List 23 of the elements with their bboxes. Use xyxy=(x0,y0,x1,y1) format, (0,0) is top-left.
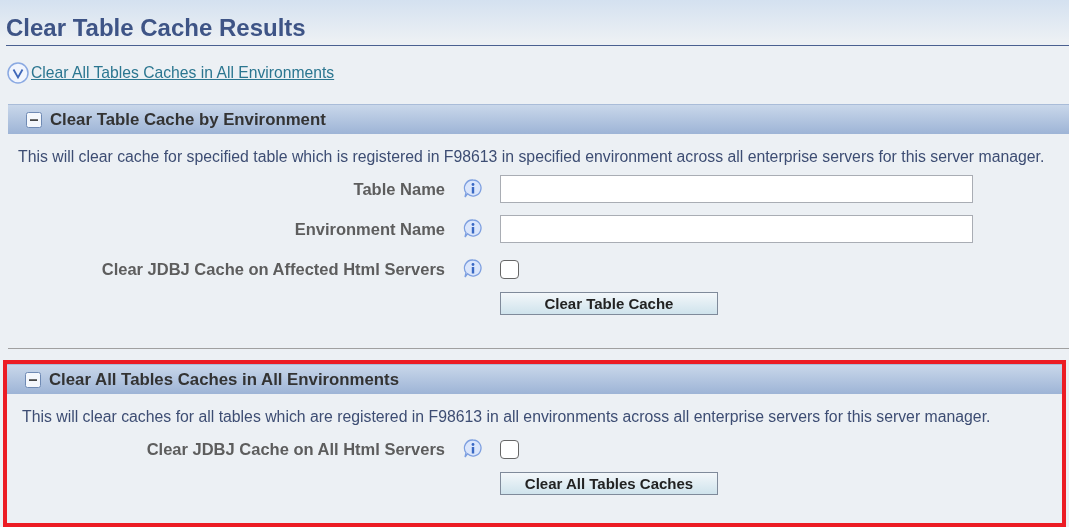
field-label: Clear JDBJ Cache on Affected Html Servers xyxy=(101,259,445,279)
field-label: Table Name xyxy=(353,179,445,199)
info-icon[interactable] xyxy=(461,178,484,200)
field-label: Clear JDBJ Cache on All Html Servers xyxy=(146,439,445,459)
checkbox[interactable] xyxy=(500,439,519,459)
info-icon[interactable] xyxy=(461,218,484,240)
checkbox[interactable] xyxy=(500,259,519,279)
info-icon[interactable] xyxy=(461,438,484,460)
action-button[interactable]: Clear Table Cache xyxy=(500,291,718,315)
text-field[interactable] xyxy=(500,175,973,203)
section-description: This will clear caches for all tables which are registered in F98613 in all environments across all enterprise servers for this server manager. xyxy=(22,408,992,426)
section-title: Clear Table Cache by Environment xyxy=(50,109,326,130)
page-title: Clear Table Cache Results xyxy=(6,14,1069,46)
chevron-down-circle-icon[interactable] xyxy=(7,62,29,84)
action-button[interactable]: Clear All Tables Caches xyxy=(500,471,718,495)
section-link[interactable]: Clear All Tables Caches in All Environments xyxy=(31,64,335,82)
section-title: Clear All Tables Caches in All Environments xyxy=(49,369,400,390)
section-description: This will clear cache for specified table which is registered in F98613 in specified environment across all enterprise servers for this server manager. xyxy=(18,148,1046,166)
collapse-icon[interactable] xyxy=(25,371,41,388)
text-field[interactable] xyxy=(500,215,973,243)
info-icon[interactable] xyxy=(461,258,484,280)
collapse-icon[interactable] xyxy=(26,111,42,128)
field-label: Environment Name xyxy=(294,219,445,239)
